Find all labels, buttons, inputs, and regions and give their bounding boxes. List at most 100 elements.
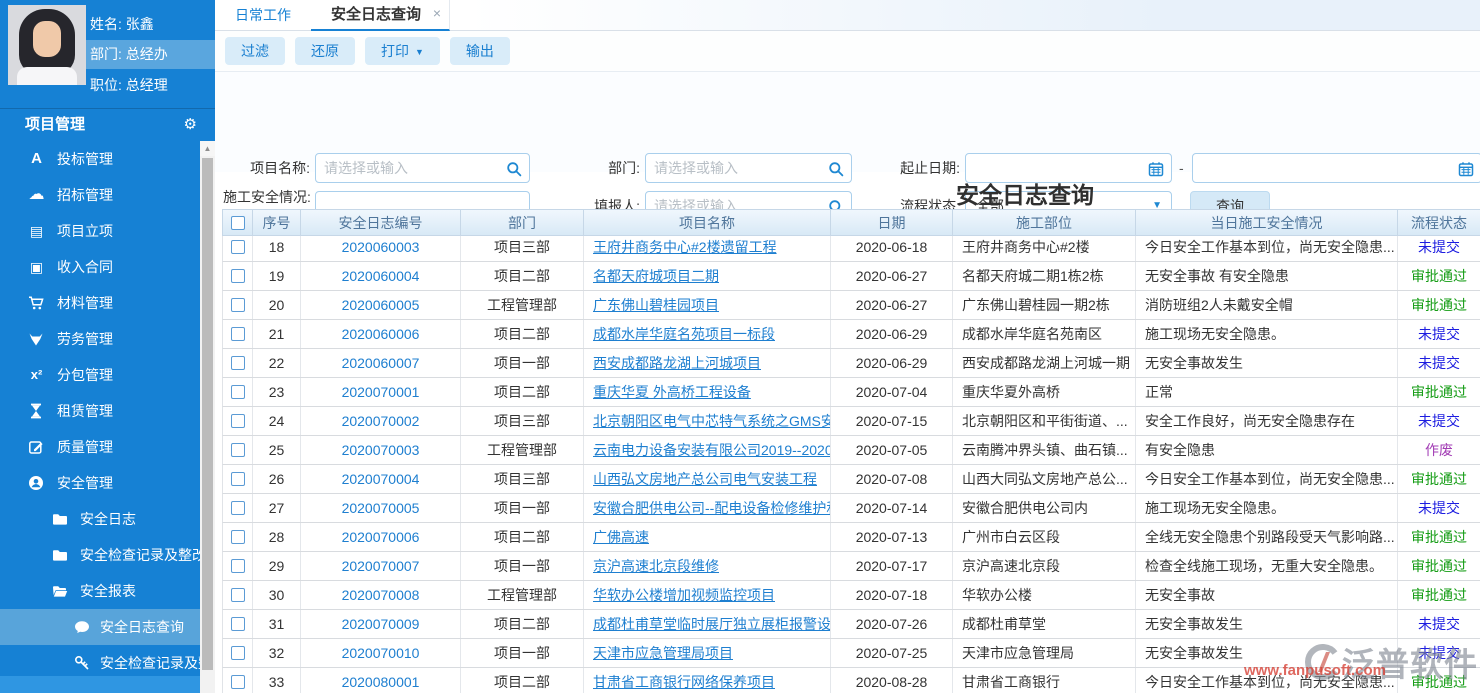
column-header[interactable]: 当日施工安全情况 — [1136, 210, 1398, 235]
column-header[interactable]: 项目名称 — [584, 210, 831, 235]
log-number-link[interactable]: 2020070001 — [342, 384, 420, 400]
project-link[interactable]: 云南电力设备安装有限公司2019--2020年度 — [593, 442, 831, 458]
toolbar-button[interactable]: 还原 — [295, 37, 355, 65]
project-name-input[interactable] — [324, 154, 503, 182]
project-link[interactable]: 名都天府城项目二期 — [593, 268, 719, 284]
column-header[interactable]: 流程状态 — [1398, 210, 1480, 235]
sidebar-item-clipped[interactable]: 进度管理 — [0, 686, 200, 693]
project-link[interactable]: 西安成都路龙湖上河城项目 — [593, 355, 761, 371]
toolbar-button[interactable]: 打印▼ — [365, 37, 440, 65]
log-number-link[interactable]: 2020060003 — [342, 239, 420, 255]
sidebar-item[interactable]: 安全日志查询 — [0, 609, 200, 645]
sidebar-item[interactable]: ▤项目立项 — [0, 213, 200, 249]
log-number-link[interactable]: 2020070008 — [342, 587, 420, 603]
row-checkbox[interactable] — [231, 269, 245, 283]
project-cell: 重庆华夏 外高桥工程设备 — [584, 378, 831, 406]
situation-cell: 消防班组2人未戴安全帽 — [1136, 291, 1398, 319]
column-header[interactable]: 日期 — [831, 210, 953, 235]
toolbar-button[interactable]: 输出 — [450, 37, 510, 65]
close-icon[interactable]: × — [433, 0, 441, 28]
calendar-icon[interactable] — [1148, 161, 1164, 177]
sidebar-item[interactable]: 质量管理 — [0, 429, 200, 465]
log-number-link[interactable]: 2020070006 — [342, 529, 420, 545]
project-link[interactable]: 成都水岸华庭名苑项目一标段 — [593, 326, 775, 342]
calendar-icon[interactable] — [1458, 161, 1474, 177]
log-number-link[interactable]: 2020070007 — [342, 558, 420, 574]
row-checkbox-cell — [223, 581, 253, 609]
column-header[interactable]: 施工部位 — [953, 210, 1136, 235]
log-number-link[interactable]: 2020060006 — [342, 326, 420, 342]
row-checkbox[interactable] — [231, 501, 245, 515]
project-link[interactable]: 华软办公楼增加视频监控项目 — [593, 587, 775, 603]
log-number-link[interactable]: 2020070004 — [342, 471, 420, 487]
project-link[interactable]: 广东佛山碧桂园项目 — [593, 297, 719, 313]
log-number-link[interactable]: 2020070009 — [342, 616, 420, 632]
scroll-up-arrow-icon[interactable]: ▲ — [200, 141, 215, 156]
project-link[interactable]: 北京朝阳区电气中芯特气系统之GMS安装 — [593, 413, 831, 429]
row-checkbox[interactable] — [231, 559, 245, 573]
row-checkbox[interactable] — [231, 588, 245, 602]
sidebar-item[interactable]: 安全日志 — [0, 501, 200, 537]
row-checkbox[interactable] — [231, 240, 245, 254]
sidebar-item[interactable]: 劳务管理 — [0, 321, 200, 357]
log-number-link[interactable]: 2020070010 — [342, 645, 420, 661]
log-number-cell: 2020070005 — [301, 494, 461, 522]
search-icon[interactable] — [828, 161, 844, 177]
scrollbar-thumb[interactable] — [202, 158, 213, 670]
tab[interactable]: 安全日志查询× — [311, 0, 450, 31]
log-number-link[interactable]: 2020060004 — [342, 268, 420, 284]
sidebar-scrollbar[interactable]: ▲ — [200, 141, 215, 693]
sidebar-item[interactable]: 安全检查记录及整改 — [0, 537, 200, 573]
status-badge: 未提交 — [1418, 413, 1460, 429]
department-input[interactable] — [654, 154, 825, 182]
project-link[interactable]: 安徽合肥供电公司--配电设备检修维护和改造 — [593, 500, 831, 516]
sidebar-item[interactable]: 租赁管理 — [0, 393, 200, 429]
log-number-link[interactable]: 2020070003 — [342, 442, 420, 458]
log-number-link[interactable]: 2020060005 — [342, 297, 420, 313]
sidebar-item[interactable]: x²分包管理 — [0, 357, 200, 393]
location-cell: 重庆华夏外高桥 — [953, 378, 1136, 406]
project-link[interactable]: 天津市应急管理局项目 — [593, 645, 733, 661]
log-number-link[interactable]: 2020060007 — [342, 355, 420, 371]
row-checkbox[interactable] — [231, 385, 245, 399]
log-number-link[interactable]: 2020080001 — [342, 674, 420, 690]
row-checkbox[interactable] — [231, 414, 245, 428]
project-link[interactable]: 京沪高速北京段维修 — [593, 558, 719, 574]
date-end-input[interactable] — [1201, 154, 1455, 182]
date-cell: 2020-07-04 — [831, 378, 953, 406]
column-header[interactable]: 序号 — [253, 210, 301, 235]
log-number-link[interactable]: 2020070005 — [342, 500, 420, 516]
column-header[interactable]: 安全日志编号 — [301, 210, 461, 235]
row-checkbox[interactable] — [231, 443, 245, 457]
tab[interactable]: 日常工作 — [215, 0, 311, 31]
row-checkbox[interactable] — [231, 617, 245, 631]
column-header[interactable]: 部门 — [461, 210, 584, 235]
project-link[interactable]: 重庆华夏 外高桥工程设备 — [593, 384, 751, 400]
sidebar-item[interactable]: 材料管理 — [0, 285, 200, 321]
row-checkbox[interactable] — [231, 675, 245, 689]
sidebar-item[interactable]: 安全检查记录及整 — [0, 645, 200, 676]
project-link[interactable]: 山西弘文房地产总公司电气安装工程 — [593, 471, 817, 487]
project-link[interactable]: 广佛高速 — [593, 529, 649, 545]
toolbar-button[interactable]: 过滤 — [225, 37, 285, 65]
row-checkbox[interactable] — [231, 327, 245, 341]
sidebar-item[interactable]: A投标管理 — [0, 141, 200, 177]
log-number-link[interactable]: 2020070002 — [342, 413, 420, 429]
row-checkbox[interactable] — [231, 472, 245, 486]
sidebar-section-project-management[interactable]: 项目管理 ⚙ — [0, 108, 215, 141]
select-all-checkbox[interactable] — [231, 216, 245, 230]
project-link[interactable]: 王府井商务中心#2楼遗留工程 — [593, 239, 777, 255]
project-cell: 成都水岸华庭名苑项目一标段 — [584, 320, 831, 348]
sidebar-item[interactable]: 安全管理 — [0, 465, 200, 501]
row-checkbox[interactable] — [231, 356, 245, 370]
sidebar-item[interactable]: ▣收入合同 — [0, 249, 200, 285]
row-checkbox[interactable] — [231, 530, 245, 544]
sidebar-item[interactable]: ☁招标管理 — [0, 177, 200, 213]
row-checkbox[interactable] — [231, 646, 245, 660]
sidebar-item[interactable]: 安全报表 — [0, 573, 200, 609]
search-icon[interactable] — [506, 161, 522, 177]
project-link[interactable]: 成都杜甫草堂临时展厅独立展柜报警设备安装 — [593, 616, 831, 632]
gear-icon[interactable]: ⚙ — [184, 117, 197, 133]
row-checkbox[interactable] — [231, 298, 245, 312]
project-link[interactable]: 甘肃省工商银行网络保养项目 — [593, 674, 775, 690]
